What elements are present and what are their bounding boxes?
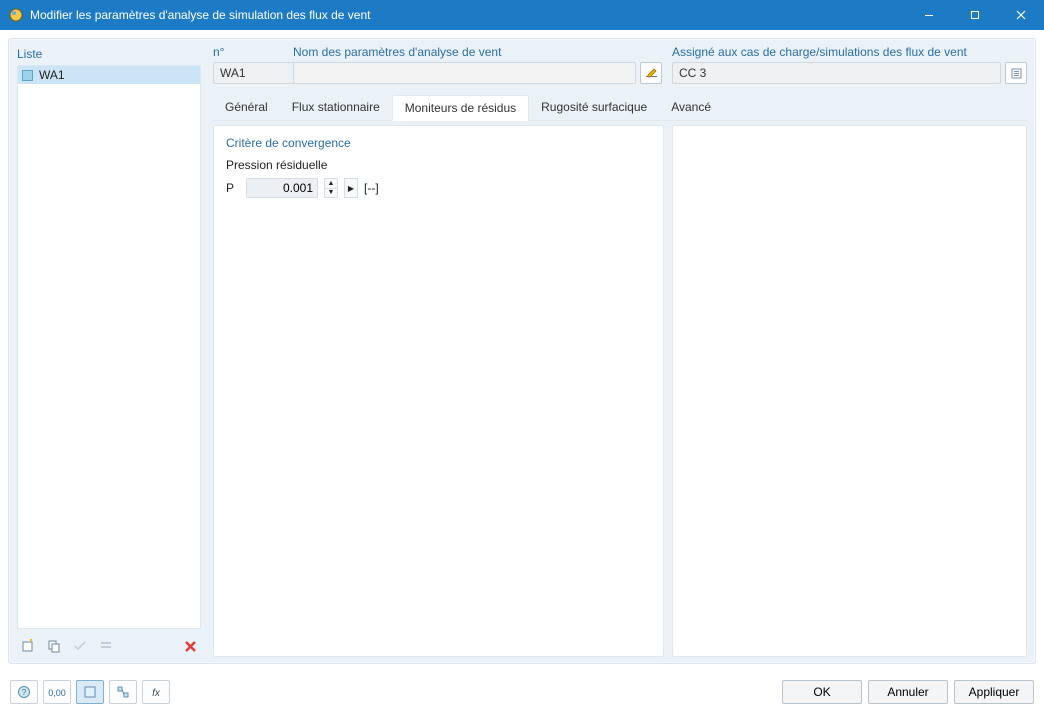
unit-label: [--] bbox=[364, 181, 379, 195]
footer: ? 0,00 fx OK Annuler Appliquer bbox=[0, 672, 1044, 712]
spinner-down-icon[interactable]: ▼ bbox=[324, 188, 338, 199]
list-toolbar bbox=[17, 635, 201, 657]
settings-button bbox=[95, 635, 117, 657]
tab-body: Critère de convergence Pression résiduel… bbox=[213, 125, 1027, 657]
name-field-group: Nom des paramètres d'analyse de vent bbox=[293, 45, 662, 84]
left-panel: Liste WA1 bbox=[9, 39, 209, 663]
side-panel bbox=[672, 125, 1027, 657]
tabs: Général Flux stationnaire Moniteurs de r… bbox=[213, 94, 1027, 121]
number-field-group: n° bbox=[213, 45, 283, 84]
tab-advanced[interactable]: Avancé bbox=[659, 95, 723, 121]
list-item-icon bbox=[22, 70, 33, 81]
apply-button[interactable]: Appliquer bbox=[954, 680, 1034, 704]
ok-button[interactable]: OK bbox=[782, 680, 862, 704]
close-button[interactable] bbox=[998, 0, 1044, 30]
footer-tools: ? 0,00 fx bbox=[10, 680, 170, 704]
svg-text:fx: fx bbox=[152, 688, 161, 699]
pressure-label: Pression résiduelle bbox=[226, 158, 651, 172]
window-title: Modifier les paramètres d'analyse de sim… bbox=[30, 8, 906, 22]
box-toggle[interactable] bbox=[76, 680, 104, 704]
delete-button[interactable] bbox=[179, 635, 201, 657]
app-icon bbox=[8, 7, 24, 23]
tab-residual[interactable]: Moniteurs de résidus bbox=[392, 95, 529, 121]
check-button bbox=[69, 635, 91, 657]
window-body: Liste WA1 bbox=[0, 30, 1044, 712]
top-fields: n° Nom des paramètres d'analyse de vent bbox=[213, 45, 1027, 84]
titlebar: Modifier les paramètres d'analyse de sim… bbox=[0, 0, 1044, 30]
spinner-symbol: P bbox=[226, 181, 240, 195]
tab-general[interactable]: Général bbox=[213, 95, 280, 121]
titlebar-buttons bbox=[906, 0, 1044, 30]
name-input[interactable] bbox=[293, 62, 636, 84]
assign-field-group: Assigné aux cas de charge/simulations de… bbox=[672, 45, 1027, 84]
assign-edit-button[interactable] bbox=[1005, 62, 1027, 84]
pressure-input[interactable] bbox=[246, 178, 318, 198]
list-item-label: WA1 bbox=[39, 68, 65, 82]
section-title: Critère de convergence bbox=[226, 136, 651, 150]
spinner-row: P ▲ ▼ ▶ [--] bbox=[226, 178, 651, 198]
spinner-side-button[interactable]: ▶ bbox=[344, 178, 358, 198]
content-panel: Critère de convergence Pression résiduel… bbox=[213, 125, 664, 657]
tab-steady[interactable]: Flux stationnaire bbox=[280, 95, 392, 121]
number-label: n° bbox=[213, 45, 283, 62]
spinner-up-icon[interactable]: ▲ bbox=[324, 178, 338, 188]
maximize-button[interactable] bbox=[952, 0, 998, 30]
new-button[interactable] bbox=[17, 635, 39, 657]
main-area: Liste WA1 bbox=[8, 38, 1036, 664]
assign-label: Assigné aux cas de charge/simulations de… bbox=[672, 45, 1027, 62]
help-toggle[interactable]: ? bbox=[10, 680, 38, 704]
list-item[interactable]: WA1 bbox=[18, 66, 200, 84]
flow-toggle[interactable] bbox=[109, 680, 137, 704]
assign-input[interactable] bbox=[672, 62, 1001, 84]
cancel-button[interactable]: Annuler bbox=[868, 680, 948, 704]
tab-roughness[interactable]: Rugosité surfacique bbox=[529, 95, 659, 121]
minimize-button[interactable] bbox=[906, 0, 952, 30]
svg-text:?: ? bbox=[22, 688, 27, 697]
decimals-toggle[interactable]: 0,00 bbox=[43, 680, 71, 704]
spinner-stepper[interactable]: ▲ ▼ bbox=[324, 178, 338, 198]
fx-toggle[interactable]: fx bbox=[142, 680, 170, 704]
copy-button[interactable] bbox=[43, 635, 65, 657]
name-edit-button[interactable] bbox=[640, 62, 662, 84]
right-panel: n° Nom des paramètres d'analyse de vent bbox=[209, 39, 1035, 663]
list-box[interactable]: WA1 bbox=[17, 65, 201, 629]
name-label: Nom des paramètres d'analyse de vent bbox=[293, 45, 662, 62]
list-header: Liste bbox=[17, 45, 201, 65]
svg-text:0,00: 0,00 bbox=[48, 688, 66, 698]
